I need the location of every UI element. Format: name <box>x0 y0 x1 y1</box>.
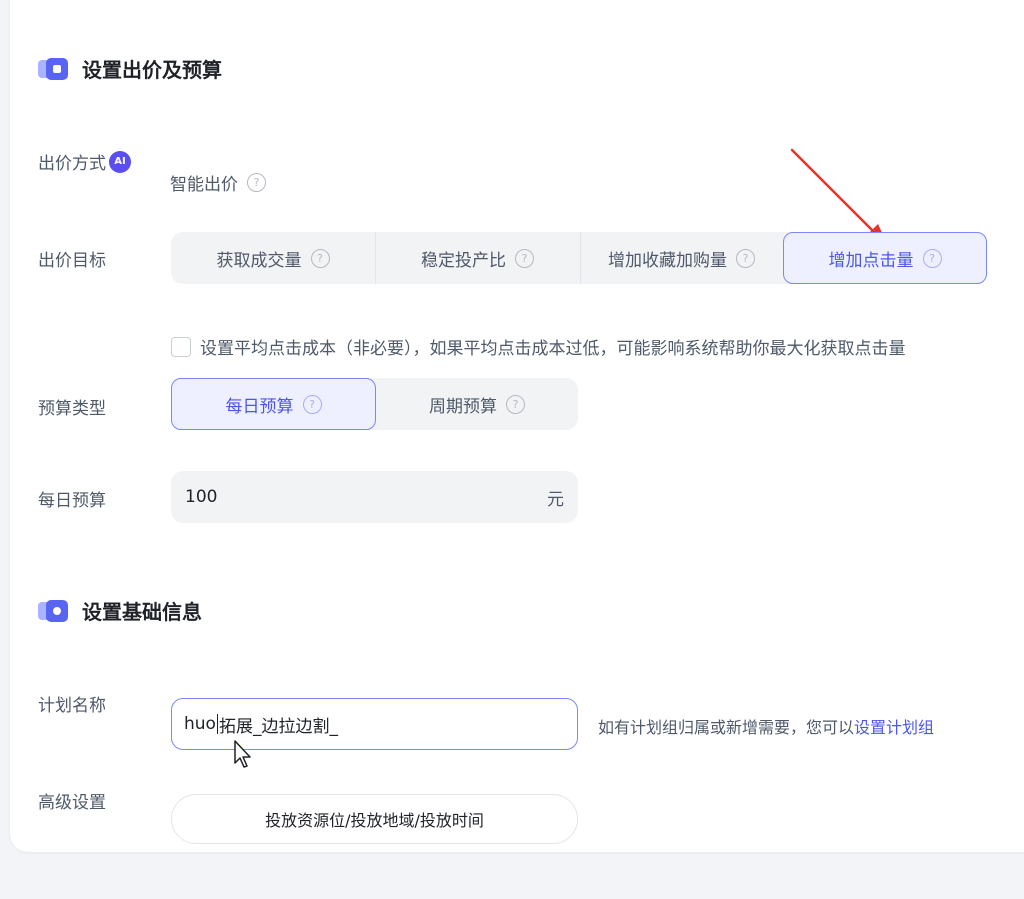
bid-target-label-text: 出价目标 <box>38 251 106 271</box>
bid-method-label-text: 出价方式 <box>38 154 106 174</box>
help-icon[interactable]: ? <box>922 248 942 268</box>
help-icon[interactable]: ? <box>506 394 525 414</box>
section-title-basic-info: 设置基础信息 <box>38 596 202 625</box>
advanced-settings-label: 高级设置 <box>38 788 106 813</box>
avg-click-cost-checkbox[interactable] <box>171 336 191 357</box>
advanced-settings-button-label: 投放资源位/投放地域/投放时间 <box>265 811 484 830</box>
option-label: 获取成交量 <box>216 250 302 271</box>
section-title-bid-budget: 设置出价及预算 <box>38 54 222 83</box>
help-icon[interactable]: ? <box>736 248 755 268</box>
budget-type-label: 预算类型 <box>38 394 106 419</box>
plan-name-label: 计划名称 <box>38 691 106 716</box>
avg-click-cost-row: 设置平均点击成本（非必要），如果平均点击成本过低，可能影响系统帮助你最大化获取点… <box>171 334 906 359</box>
daily-budget-input[interactable]: 100 元 <box>171 471 578 523</box>
budget-type-segmented: 每日预算 ? 周期预算 ? <box>171 378 578 430</box>
budget-type-label-text: 预算类型 <box>38 399 106 419</box>
plan-group-hint: 如有计划组归属或新增需要，您可以设置计划组 <box>598 714 934 738</box>
advanced-settings-button[interactable]: 投放资源位/投放地域/投放时间 <box>171 794 578 844</box>
plan-name-text-after-caret: 拓展_边拉边割_ <box>218 716 338 737</box>
plan-name-text-before-caret: huo <box>184 714 216 734</box>
plan-name-label-text: 计划名称 <box>38 696 106 716</box>
daily-budget-value: 100 <box>185 487 218 507</box>
help-icon[interactable]: ? <box>310 248 330 268</box>
daily-budget-label: 每日预算 <box>38 486 106 511</box>
option-label: 稳定投产比 <box>421 250 506 271</box>
option-label: 周期预算 <box>429 396 497 417</box>
ticket-icon <box>38 57 68 80</box>
plan-group-hint-text: 如有计划组归属或新增需要，您可以 <box>598 718 855 737</box>
daily-budget-label-text: 每日预算 <box>38 491 106 511</box>
bid-target-option-roi[interactable]: 稳定投产比 ? <box>375 232 580 284</box>
ai-badge-icon: AI <box>109 150 131 173</box>
text-caret <box>216 714 218 734</box>
daily-budget-unit: 元 <box>547 489 564 510</box>
bid-target-segmented: 获取成交量 ? 稳定投产比 ? 增加收藏加购量 ? 增加点击量 ? <box>171 232 987 284</box>
budget-type-option-period[interactable]: 周期预算 ? <box>376 378 578 430</box>
avg-click-cost-text: 设置平均点击成本（非必要），如果平均点击成本过低，可能影响系统帮助你最大化获取点… <box>200 339 906 359</box>
bid-target-option-conversions[interactable]: 获取成交量 ? <box>171 232 375 284</box>
option-label: 增加点击量 <box>828 250 914 271</box>
bid-target-option-favorites-cart[interactable]: 增加收藏加购量 ? <box>580 232 783 284</box>
bid-method-label: 出价方式 AI <box>38 149 131 174</box>
help-icon[interactable]: ? <box>247 173 266 192</box>
budget-type-option-daily[interactable]: 每日预算 ? <box>171 378 376 430</box>
smart-bid-value: 智能出价 ? <box>170 170 266 195</box>
option-label: 增加收藏加购量 <box>608 250 727 271</box>
help-icon[interactable]: ? <box>515 248 534 268</box>
section-title-text: 设置出价及预算 <box>82 58 222 82</box>
help-icon[interactable]: ? <box>302 394 322 414</box>
bid-target-label: 出价目标 <box>38 246 106 271</box>
section-title-text: 设置基础信息 <box>82 600 202 624</box>
option-label: 每日预算 <box>225 396 294 417</box>
set-plan-group-link[interactable]: 设置计划组 <box>854 718 934 737</box>
advanced-settings-label-text: 高级设置 <box>38 793 106 813</box>
mouse-cursor-icon <box>234 740 251 768</box>
ticket-icon <box>38 599 68 622</box>
smart-bid-text: 智能出价 <box>170 175 238 195</box>
bid-target-option-clicks[interactable]: 增加点击量 ? <box>783 232 987 284</box>
